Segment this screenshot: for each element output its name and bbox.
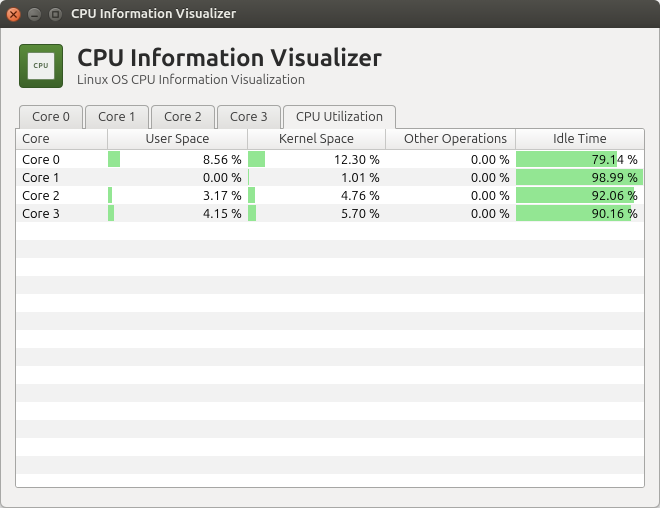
title-block: CPU Information Visualizer Linux OS CPU …	[77, 44, 382, 87]
table-row-empty	[16, 276, 644, 294]
table-row-empty	[16, 330, 644, 348]
cell-core: Core 2	[16, 186, 108, 204]
page-title: CPU Information Visualizer	[77, 44, 382, 71]
window-titlebar: CPU Information Visualizer	[0, 0, 660, 28]
cell-value: 98.99 %	[516, 168, 644, 186]
col-other[interactable]: Other Operations	[386, 129, 516, 149]
table-row-empty	[16, 240, 644, 258]
tabbar: Core 0Core 1Core 2Core 3CPU Utilization	[15, 104, 645, 128]
table-row[interactable]: Core 34.15 %5.70 %0.00 %90.16 %	[16, 204, 644, 222]
table-row-empty	[16, 420, 644, 438]
cell-value: 8.56 %	[108, 150, 248, 168]
table-row-empty	[16, 294, 644, 312]
tab-core-1[interactable]: Core 1	[85, 105, 149, 129]
tab-core-0[interactable]: Core 0	[19, 105, 83, 129]
tab-core-2[interactable]: Core 2	[151, 105, 215, 129]
tab-cpu-utilization[interactable]: CPU Utilization	[283, 105, 396, 129]
table-row-empty	[16, 258, 644, 276]
table-row[interactable]: Core 10.00 %1.01 %0.00 %98.99 %	[16, 168, 644, 186]
cell-value: 5.70 %	[248, 204, 386, 222]
cell-value: 4.15 %	[108, 204, 248, 222]
page-subtitle: Linux OS CPU Information Visualization	[77, 73, 382, 87]
table-header: Core User Space Kernel Space Other Opera…	[16, 129, 644, 150]
cell-value: 1.01 %	[248, 168, 386, 186]
cell-value: 79.14 %	[516, 150, 644, 168]
cell-core: Core 0	[16, 150, 108, 168]
cell-core: Core 3	[16, 204, 108, 222]
tab-core-3[interactable]: Core 3	[217, 105, 281, 129]
cell-other: 0.00 %	[386, 204, 516, 222]
table-row-empty	[16, 384, 644, 402]
chip-label: CPU	[27, 52, 55, 80]
cell-core: Core 1	[16, 168, 108, 186]
cell-other: 0.00 %	[386, 150, 516, 168]
minimize-icon[interactable]	[27, 7, 42, 22]
cell-value: 92.06 %	[516, 186, 644, 204]
table-row-empty	[16, 312, 644, 330]
window-title: CPU Information Visualizer	[71, 7, 236, 21]
cpu-chip-icon: CPU	[19, 44, 63, 88]
cell-other: 0.00 %	[386, 168, 516, 186]
table-row-empty	[16, 402, 644, 420]
table-row-empty	[16, 366, 644, 384]
cell-value: 0.00 %	[108, 168, 248, 186]
window-body: CPU CPU Information Visualizer Linux OS …	[0, 28, 660, 508]
table-row-empty	[16, 348, 644, 366]
header: CPU CPU Information Visualizer Linux OS …	[15, 38, 645, 104]
cell-value: 4.76 %	[248, 186, 386, 204]
col-kernel[interactable]: Kernel Space	[248, 129, 386, 149]
table-row-empty	[16, 474, 644, 487]
window-buttons	[6, 7, 63, 22]
table-body[interactable]: Core 08.56 %12.30 %0.00 %79.14 %Core 10.…	[16, 150, 644, 487]
maximize-icon[interactable]	[48, 7, 63, 22]
table-row-empty	[16, 222, 644, 240]
cell-other: 0.00 %	[386, 186, 516, 204]
cell-value: 12.30 %	[248, 150, 386, 168]
col-idle[interactable]: Idle Time	[516, 129, 644, 149]
close-icon[interactable]	[6, 7, 21, 22]
table-row[interactable]: Core 23.17 %4.76 %0.00 %92.06 %	[16, 186, 644, 204]
table-row[interactable]: Core 08.56 %12.30 %0.00 %79.14 %	[16, 150, 644, 168]
col-core[interactable]: Core	[16, 129, 108, 149]
cell-value: 3.17 %	[108, 186, 248, 204]
table-row-empty	[16, 438, 644, 456]
cell-value: 90.16 %	[516, 204, 644, 222]
col-user[interactable]: User Space	[108, 129, 248, 149]
table-row-empty	[16, 456, 644, 474]
tab-panel-cpu-utilization: Core User Space Kernel Space Other Opera…	[15, 128, 645, 488]
